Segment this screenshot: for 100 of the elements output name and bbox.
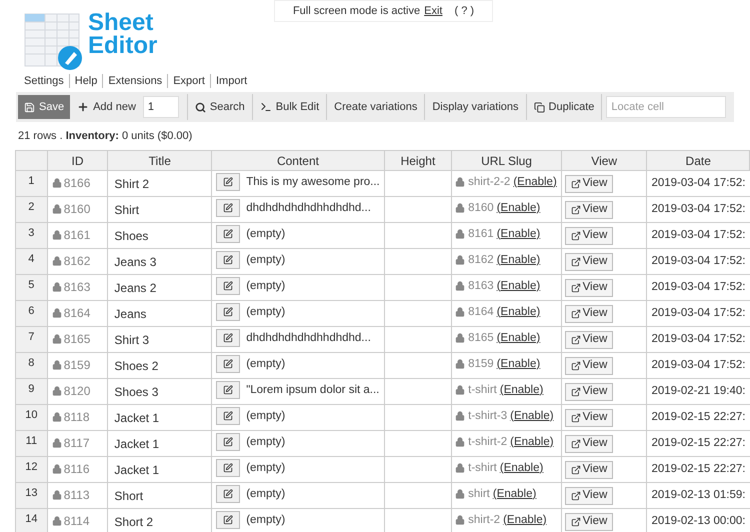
content-text: (empty): [246, 304, 286, 320]
table-cell: 8163: [47, 274, 108, 300]
view-button[interactable]: View: [564, 200, 613, 218]
table-cell: Shoes 2: [108, 352, 212, 378]
menu-link[interactable]: Import: [216, 72, 248, 90]
content-text: (empty): [246, 512, 286, 528]
view-button[interactable]: View: [564, 174, 613, 192]
help-link[interactable]: ( ? ): [454, 2, 474, 20]
logo-text: Sheet: [88, 11, 154, 34]
enable-link[interactable]: (Enable): [510, 408, 554, 425]
view-button[interactable]: View: [564, 460, 613, 478]
content-text: (empty): [246, 486, 286, 502]
view-button[interactable]: View: [564, 408, 613, 426]
slug-text: 8160: [468, 200, 494, 216]
enable-link[interactable]: (Enable): [496, 304, 540, 321]
table-cell: Shirt: [108, 196, 212, 222]
table-cell: 8165: [47, 326, 108, 352]
content-text: This is my awesome pro...: [246, 174, 380, 190]
summary-text: 21 rows . Inventory: 0 units ($0.00): [18, 128, 192, 144]
menu-link[interactable]: Help: [74, 72, 98, 90]
column-header: Date: [646, 150, 750, 170]
duplicate-button[interactable]: Duplicate: [528, 95, 600, 119]
content-text: "Lorem ipsum dolor sit a...: [246, 382, 380, 398]
row-number: 10: [16, 404, 48, 430]
table-cell: Shoes: [108, 222, 212, 248]
locate-cell-field[interactable]: Locate cell: [606, 96, 726, 118]
column-header: View: [561, 150, 647, 170]
table-cell: Shirt 3: [108, 326, 212, 352]
content-text: (empty): [246, 408, 286, 424]
table-cell: 8162: [47, 248, 108, 274]
view-button[interactable]: View: [564, 512, 613, 530]
count-field[interactable]: 1: [142, 96, 179, 118]
slug-text: t-shirt: [468, 382, 497, 398]
enable-link[interactable]: (Enable): [492, 486, 536, 503]
enable-link[interactable]: (Enable): [496, 330, 540, 347]
column-header: ID: [47, 150, 108, 170]
exit-link[interactable]: Exit: [424, 2, 442, 20]
table-cell: 8160: [47, 196, 108, 222]
row-number: 12: [16, 456, 48, 482]
view-button[interactable]: View: [564, 486, 613, 504]
table-cell: Jacket 1: [108, 456, 212, 482]
view-button[interactable]: View: [564, 330, 613, 348]
bulk-edit-button[interactable]: Bulk Edit: [254, 95, 324, 119]
enable-link[interactable]: (Enable): [496, 226, 540, 243]
display-variations-button[interactable]: Display variations: [427, 95, 524, 119]
view-button[interactable]: View: [564, 382, 613, 400]
row-number: 4: [16, 248, 48, 274]
enable-link[interactable]: (Enable): [500, 460, 544, 477]
row-number: 5: [16, 274, 48, 300]
table-cell: Jeans: [108, 300, 212, 326]
table-cell: Jeans 3: [108, 248, 212, 274]
column-header: URL Slug: [452, 150, 562, 170]
view-button[interactable]: View: [564, 252, 613, 270]
slug-text: shirt-2-2: [468, 174, 510, 190]
view-button[interactable]: View: [564, 278, 613, 296]
enable-link[interactable]: (Enable): [496, 200, 540, 217]
enable-link[interactable]: (Enable): [496, 278, 540, 295]
table-cell: 8118: [47, 404, 108, 430]
enable-link[interactable]: (Enable): [510, 434, 554, 451]
save-button[interactable]: Save: [18, 95, 70, 119]
content-text: (empty): [246, 252, 286, 268]
view-button[interactable]: View: [564, 226, 613, 244]
slug-text: t-shirt-2: [468, 434, 508, 450]
column-header: Content: [212, 150, 384, 170]
content-text: (empty): [246, 356, 286, 372]
row-number: 2: [16, 196, 48, 222]
add-new-button[interactable]: Add new: [72, 95, 141, 119]
row-number: 13: [16, 482, 48, 508]
slug-text: t-shirt-3: [468, 408, 508, 424]
table-cell: 8117: [47, 430, 108, 456]
row-number: 6: [16, 300, 48, 326]
content-text: dhdhdhdhdhdhhdhdhd...: [246, 330, 371, 346]
table-cell: Jacket 1: [108, 404, 212, 430]
table-cell: Shoes 3: [108, 378, 212, 404]
table-cell: 8161: [47, 222, 108, 248]
enable-link[interactable]: (Enable): [496, 252, 540, 269]
view-button[interactable]: View: [564, 356, 613, 374]
menu-link[interactable]: Settings: [24, 72, 64, 90]
table-cell: 8166: [47, 170, 108, 196]
menu-link[interactable]: Export: [173, 72, 205, 90]
view-button[interactable]: View: [564, 434, 613, 452]
slug-text: 8163: [468, 278, 494, 294]
view-button[interactable]: View: [564, 304, 613, 322]
menu-link[interactable]: Extensions: [108, 72, 162, 90]
table-cell: Jeans 2: [108, 274, 212, 300]
enable-link[interactable]: (Enable): [500, 382, 544, 399]
row-number: 8: [16, 352, 48, 378]
column-header: Title: [108, 150, 212, 170]
slug-text: 8161: [468, 226, 494, 242]
row-number: 9: [16, 378, 48, 404]
enable-link[interactable]: (Enable): [513, 174, 557, 191]
search-button[interactable]: Search: [190, 95, 250, 119]
enable-link[interactable]: (Enable): [503, 512, 547, 529]
table-cell: 8159: [47, 352, 108, 378]
table-cell: Jacket 1: [108, 430, 212, 456]
table-cell: 8120: [47, 378, 108, 404]
table-cell: Short: [108, 482, 212, 508]
enable-link[interactable]: (Enable): [496, 356, 540, 373]
table-cell: Shirt 2: [108, 170, 212, 196]
create-variations-button[interactable]: Create variations: [329, 95, 422, 119]
